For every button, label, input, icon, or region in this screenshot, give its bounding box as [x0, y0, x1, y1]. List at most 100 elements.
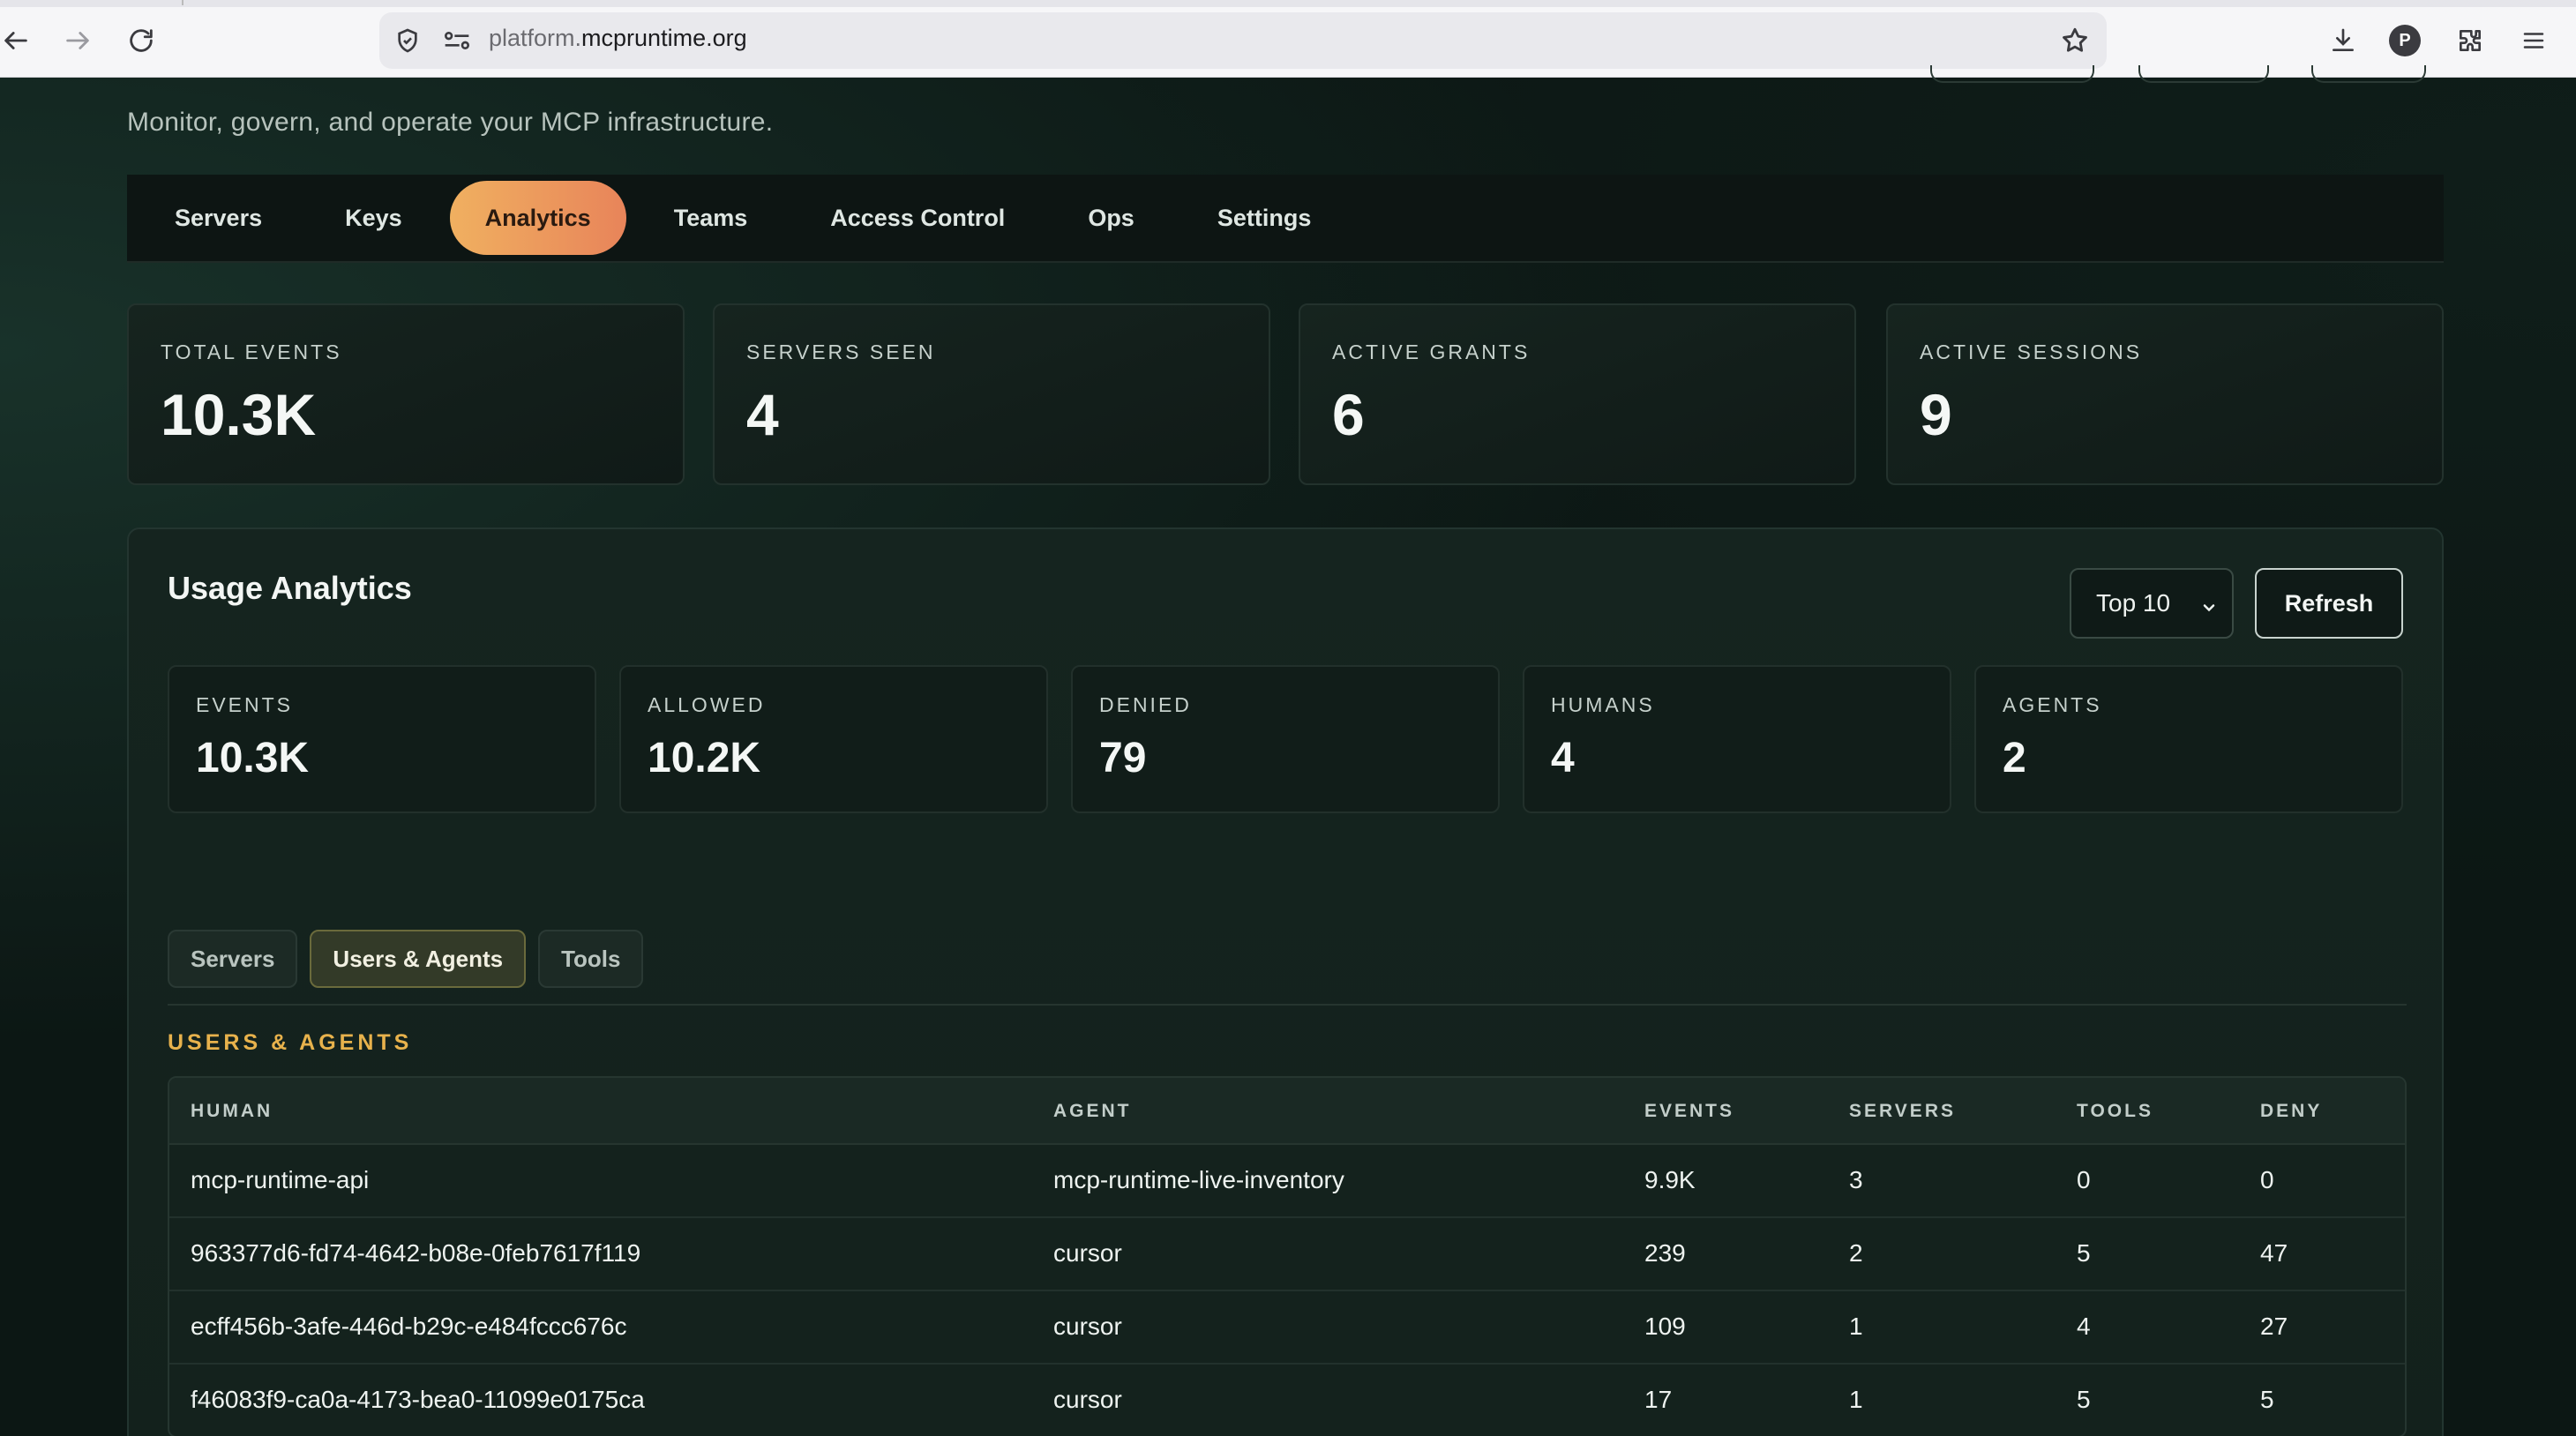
table-row[interactable]: f46083f9-ca0a-4173-bea0-11099e0175ca cur… — [169, 1365, 2405, 1436]
tab-analytics[interactable]: Analytics — [449, 181, 626, 255]
stat-label: ACTIVE GRANTS — [1332, 340, 1531, 363]
profile-initial: P — [2399, 30, 2411, 50]
extensions-icon[interactable] — [2452, 23, 2488, 58]
column-header-servers[interactable]: SERVERS — [1849, 1101, 1956, 1122]
stat-label: TOTAL EVENTS — [161, 340, 342, 363]
cell-agent: cursor — [1053, 1386, 1122, 1413]
main-nav-tabs: Servers Keys Analytics Teams Access Cont… — [127, 175, 2444, 263]
tab-strip — [0, 0, 2576, 7]
url-host: mcpruntime.org — [581, 25, 747, 51]
cell-servers: 1 — [1849, 1386, 1863, 1413]
column-header-agent[interactable]: AGENT — [1053, 1101, 1132, 1122]
cell-human: ecff456b-3afe-446d-b29c-e484fccc676c — [191, 1313, 627, 1340]
cell-events: 239 — [1644, 1239, 1686, 1267]
site-permissions-icon[interactable] — [439, 25, 475, 56]
analytics-subtabs: Servers Users & Agents Tools — [168, 930, 655, 988]
subtab-users-agents[interactable]: Users & Agents — [310, 930, 527, 988]
table-header: HUMAN AGENT EVENTS SERVERS TOOLS DENY — [169, 1078, 2405, 1145]
top-n-select[interactable]: Top 10 — [2070, 568, 2234, 639]
tab-teams[interactable]: Teams — [639, 181, 783, 255]
cell-human: 963377d6-fd74-4642-b08e-0feb7617f119 — [191, 1239, 641, 1267]
divider — [168, 1004, 2407, 1006]
summary-label: EVENTS — [196, 693, 294, 716]
cell-events: 109 — [1644, 1313, 1686, 1340]
cell-agent: cursor — [1053, 1313, 1122, 1340]
url-text[interactable]: platform.mcpruntime.org — [489, 25, 747, 52]
panel-title: Usage Analytics — [168, 570, 412, 606]
summary-card-humans: HUMANS 4 — [1523, 665, 1951, 813]
cell-agent: mcp-runtime-live-inventory — [1053, 1166, 1344, 1193]
subtab-tools[interactable]: Tools — [538, 930, 644, 988]
cell-tools: 0 — [2077, 1166, 2091, 1193]
header-button-partial[interactable] — [1930, 65, 2094, 83]
stat-value: 9 — [1920, 382, 1952, 447]
cell-events: 9.9K — [1644, 1166, 1696, 1193]
select-value: Top 10 — [2096, 589, 2171, 617]
column-header-events[interactable]: EVENTS — [1644, 1101, 1734, 1122]
stat-value: 10.3K — [161, 382, 317, 447]
summary-label: ALLOWED — [648, 693, 766, 716]
tab-keys[interactable]: Keys — [310, 181, 438, 255]
column-header-tools[interactable]: TOOLS — [2077, 1101, 2153, 1122]
cell-servers: 1 — [1849, 1313, 1863, 1340]
cell-tools: 5 — [2077, 1386, 2091, 1413]
chevron-down-icon — [2200, 595, 2218, 623]
bookmark-star-icon[interactable] — [2057, 23, 2093, 58]
cell-deny: 47 — [2260, 1239, 2288, 1267]
cell-events: 17 — [1644, 1386, 1673, 1413]
shield-icon[interactable] — [390, 23, 425, 58]
stat-value: 4 — [746, 382, 779, 447]
tab-access-control[interactable]: Access Control — [795, 181, 1040, 255]
cell-deny: 0 — [2260, 1166, 2274, 1193]
summary-card-allowed: ALLOWED 10.2K — [619, 665, 1048, 813]
stat-value: 6 — [1332, 382, 1365, 447]
subtab-servers[interactable]: Servers — [168, 930, 298, 988]
cell-deny: 5 — [2260, 1386, 2274, 1413]
url-subdomain: platform. — [489, 25, 582, 51]
table-row[interactable]: ecff456b-3afe-446d-b29c-e484fccc676c cur… — [169, 1291, 2405, 1365]
users-agents-table: HUMAN AGENT EVENTS SERVERS TOOLS DENY mc… — [168, 1076, 2407, 1436]
reload-icon[interactable] — [120, 19, 162, 62]
tab-servers[interactable]: Servers — [139, 181, 297, 255]
download-icon[interactable] — [2325, 23, 2361, 58]
stat-label: ACTIVE SESSIONS — [1920, 340, 2143, 363]
refresh-button[interactable]: Refresh — [2255, 568, 2403, 639]
page-subtitle: Monitor, govern, and operate your MCP in… — [127, 108, 774, 137]
cell-human: f46083f9-ca0a-4173-bea0-11099e0175ca — [191, 1386, 645, 1413]
stat-card-active-sessions: ACTIVE SESSIONS 9 — [1886, 303, 2444, 485]
summary-label: DENIED — [1099, 693, 1192, 716]
cell-human: mcp-runtime-api — [191, 1166, 370, 1193]
summary-card-events: EVENTS 10.3K — [168, 665, 596, 813]
tab-ops[interactable]: Ops — [1052, 181, 1170, 255]
tab-separator — [182, 0, 183, 5]
summary-card-agents: AGENTS 2 — [1974, 665, 2403, 813]
column-header-deny[interactable]: DENY — [2260, 1101, 2322, 1122]
section-label: USERS & AGENTS — [168, 1030, 413, 1055]
summary-label: HUMANS — [1551, 693, 1655, 716]
stat-card-total-events: TOTAL EVENTS 10.3K — [127, 303, 685, 485]
table-row[interactable]: 963377d6-fd74-4642-b08e-0feb7617f119 cur… — [169, 1218, 2405, 1291]
back-icon[interactable] — [0, 19, 37, 62]
summary-value: 10.3K — [196, 735, 310, 782]
summary-value: 10.2K — [648, 735, 761, 782]
usage-analytics-panel: Usage Analytics Top 10 Refresh EVENTS 10… — [127, 527, 2444, 1436]
summary-value: 79 — [1099, 735, 1147, 782]
header-button-partial[interactable] — [2311, 65, 2426, 83]
stat-card-servers-seen: SERVERS SEEN 4 — [713, 303, 1270, 485]
column-header-human[interactable]: HUMAN — [191, 1101, 273, 1122]
cell-deny: 27 — [2260, 1313, 2288, 1340]
tab-settings[interactable]: Settings — [1182, 181, 1347, 255]
profile-avatar[interactable]: P — [2389, 25, 2421, 56]
table-row[interactable]: mcp-runtime-api mcp-runtime-live-invento… — [169, 1145, 2405, 1218]
summary-card-denied: DENIED 79 — [1071, 665, 1500, 813]
cell-tools: 5 — [2077, 1239, 2091, 1267]
forward-icon[interactable] — [56, 19, 99, 62]
stat-label: SERVERS SEEN — [746, 340, 936, 363]
menu-icon[interactable] — [2516, 23, 2551, 58]
summary-label: AGENTS — [2003, 693, 2102, 716]
page-content: Monitor, govern, and operate your MCP in… — [0, 65, 2576, 1436]
header-button-partial[interactable] — [2138, 65, 2269, 83]
cell-servers: 3 — [1849, 1166, 1863, 1193]
summary-value: 4 — [1551, 735, 1575, 782]
cell-servers: 2 — [1849, 1239, 1863, 1267]
